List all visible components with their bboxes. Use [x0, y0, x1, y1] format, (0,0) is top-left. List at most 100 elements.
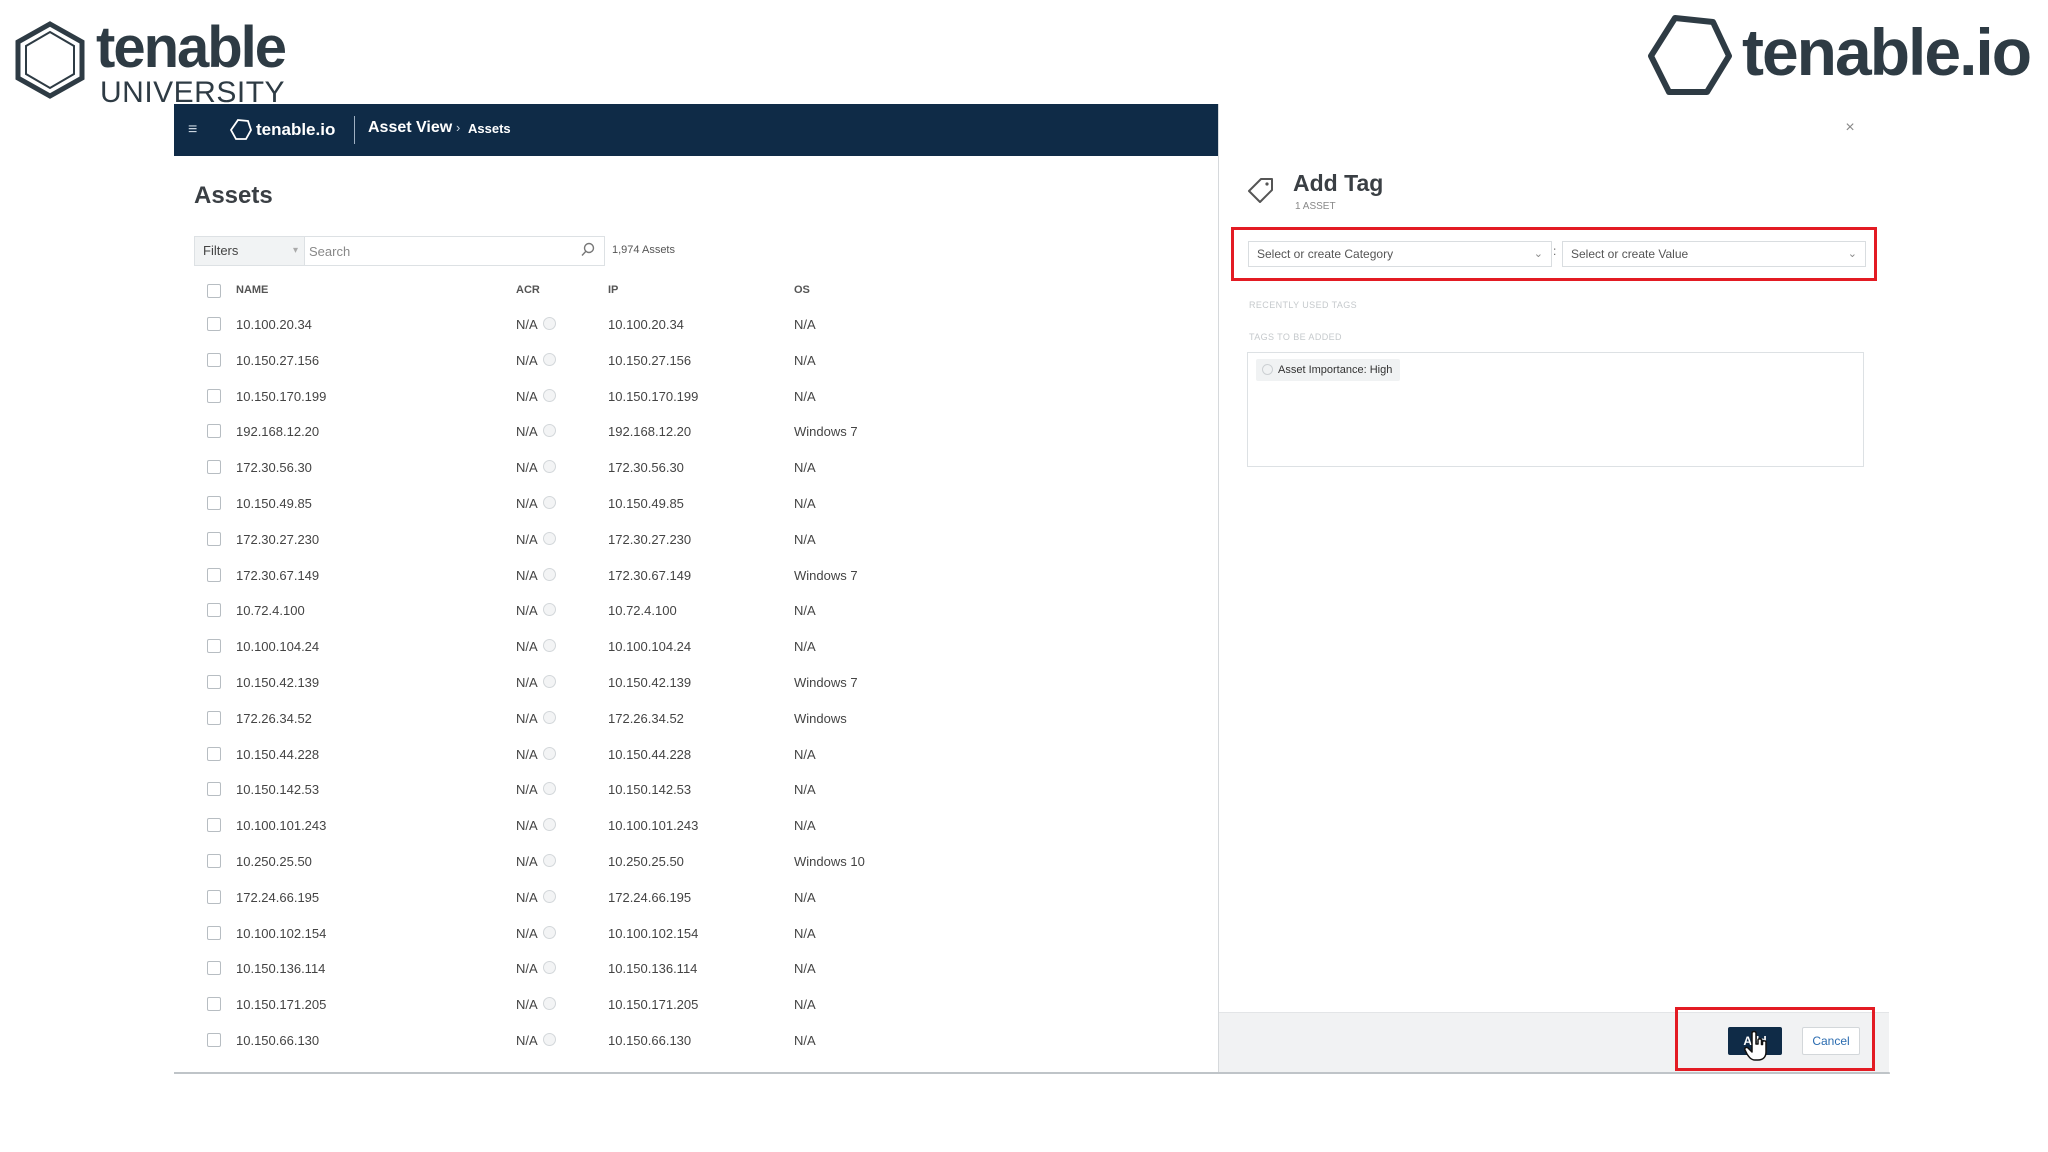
row-checkbox[interactable] [207, 424, 221, 439]
row-checkbox[interactable] [207, 352, 221, 367]
row-checkbox[interactable] [207, 961, 221, 976]
table-row[interactable]: 10.150.66.130 N/A 10.150.66.130 N/A [194, 1022, 1194, 1058]
cell-name[interactable]: 10.250.25.50 [236, 854, 312, 869]
cell-name[interactable]: 10.150.27.156 [236, 353, 319, 368]
cell-name[interactable]: 172.30.67.149 [236, 568, 319, 583]
row-checkbox[interactable] [207, 782, 221, 797]
acr-info-icon[interactable] [543, 674, 556, 688]
column-header-ip[interactable]: IP [608, 284, 618, 296]
acr-info-icon[interactable] [543, 710, 556, 724]
breadcrumb-asset-view[interactable]: Asset View [368, 119, 452, 137]
cell-name[interactable]: 10.100.20.34 [236, 317, 312, 332]
cell-name[interactable]: 10.100.102.154 [236, 926, 326, 941]
cell-name[interactable]: 10.150.142.53 [236, 782, 319, 797]
row-checkbox[interactable] [207, 639, 221, 654]
acr-info-icon[interactable] [543, 782, 556, 796]
cell-name[interactable]: 172.30.27.230 [236, 532, 319, 547]
acr-info-icon[interactable] [543, 352, 556, 366]
table-row[interactable]: 10.150.49.85 N/A 10.150.49.85 N/A [194, 485, 1194, 521]
cell-name[interactable]: 10.100.101.243 [236, 818, 326, 833]
table-row[interactable]: 10.150.171.205 N/A 10.150.171.205 N/A [194, 986, 1194, 1022]
table-row[interactable]: 10.150.136.114 N/A 10.150.136.114 N/A [194, 950, 1194, 986]
table-row[interactable]: 10.150.142.53 N/A 10.150.142.53 N/A [194, 771, 1194, 807]
cell-name[interactable]: 10.100.104.24 [236, 639, 319, 654]
cell-name[interactable]: 172.26.34.52 [236, 711, 312, 726]
row-checkbox[interactable] [207, 925, 221, 940]
row-checkbox[interactable] [207, 889, 221, 904]
acr-info-icon[interactable] [543, 961, 556, 975]
tag-chip[interactable]: Asset Importance: High [1256, 359, 1401, 381]
acr-info-icon[interactable] [543, 639, 556, 653]
acr-info-icon[interactable] [543, 531, 556, 545]
table-row[interactable]: 10.100.104.24 N/A 10.100.104.24 N/A [194, 628, 1194, 664]
table-row[interactable]: 10.100.101.243 N/A 10.100.101.243 N/A [194, 807, 1194, 843]
row-checkbox[interactable] [207, 531, 221, 546]
column-header-acr[interactable]: ACR [516, 284, 540, 296]
acr-info-icon[interactable] [543, 818, 556, 832]
row-checkbox[interactable] [207, 853, 221, 868]
column-header-os[interactable]: OS [794, 284, 810, 296]
row-checkbox[interactable] [207, 603, 221, 618]
cell-name[interactable]: 192.168.12.20 [236, 424, 319, 439]
row-checkbox[interactable] [207, 997, 221, 1012]
table-row[interactable]: 172.30.56.30 N/A 172.30.56.30 N/A [194, 449, 1194, 485]
select-all-checkbox[interactable] [207, 284, 221, 298]
acr-info-icon[interactable] [543, 746, 556, 760]
row-checkbox[interactable] [207, 710, 221, 725]
row-checkbox[interactable] [207, 674, 221, 689]
table-row[interactable]: 172.24.66.195 N/A 172.24.66.195 N/A [194, 879, 1194, 915]
value-select[interactable]: Select or create Value ⌄ [1562, 241, 1866, 267]
table-row[interactable]: 172.26.34.52 N/A 172.26.34.52 Windows [194, 700, 1194, 736]
cell-name[interactable]: 172.30.56.30 [236, 460, 312, 475]
table-row[interactable]: 10.250.25.50 N/A 10.250.25.50 Windows 10 [194, 843, 1194, 879]
acr-info-icon[interactable] [543, 603, 556, 617]
table-row[interactable]: 192.168.12.20 N/A 192.168.12.20 Windows 7 [194, 413, 1194, 449]
search-input[interactable] [309, 240, 579, 262]
acr-info-icon[interactable] [543, 460, 556, 474]
cell-name[interactable]: 172.24.66.195 [236, 890, 319, 905]
row-checkbox[interactable] [207, 495, 221, 510]
cancel-button[interactable]: Cancel [1802, 1027, 1860, 1055]
cell-name[interactable]: 10.150.170.199 [236, 389, 326, 404]
row-checkbox[interactable] [207, 746, 221, 761]
table-row[interactable]: 10.100.20.34 N/A 10.100.20.34 N/A [194, 306, 1194, 342]
category-select[interactable]: Select or create Category ⌄ [1248, 241, 1552, 267]
cell-name[interactable]: 10.150.42.139 [236, 675, 319, 690]
table-row[interactable]: 10.150.44.228 N/A 10.150.44.228 N/A [194, 736, 1194, 772]
acr-info-icon[interactable] [543, 424, 556, 438]
cell-name[interactable]: 10.150.44.228 [236, 747, 319, 762]
cell-name[interactable]: 10.150.66.130 [236, 1033, 319, 1048]
acr-info-icon[interactable] [543, 1032, 556, 1046]
acr-info-icon[interactable] [543, 317, 556, 330]
tenable-io-app-logo[interactable]: tenable.io [230, 117, 335, 143]
cell-name[interactable]: 10.150.49.85 [236, 496, 312, 511]
filters-dropdown[interactable]: Filters ▾ [195, 237, 305, 265]
acr-info-icon[interactable] [543, 853, 556, 867]
acr-info-icon[interactable] [543, 889, 556, 903]
row-checkbox[interactable] [207, 317, 221, 331]
row-checkbox[interactable] [207, 460, 221, 475]
acr-info-icon[interactable] [543, 388, 556, 402]
row-checkbox[interactable] [207, 1032, 221, 1047]
cell-name[interactable]: 10.150.136.114 [236, 961, 325, 976]
table-row[interactable]: 172.30.27.230 N/A 172.30.27.230 N/A [194, 521, 1194, 557]
acr-info-icon[interactable] [543, 925, 556, 939]
column-header-name[interactable]: NAME [236, 284, 268, 296]
row-checkbox[interactable] [207, 388, 221, 403]
table-row[interactable]: 10.100.102.154 N/A 10.100.102.154 N/A [194, 915, 1194, 951]
acr-info-icon[interactable] [543, 567, 556, 581]
cell-name[interactable]: 10.72.4.100 [236, 603, 305, 618]
table-row[interactable]: 172.30.67.149 N/A 172.30.67.149 Windows 7 [194, 557, 1194, 593]
table-row[interactable]: 10.150.170.199 N/A 10.150.170.199 N/A [194, 378, 1194, 414]
acr-info-icon[interactable] [543, 495, 556, 509]
search-icon[interactable] [580, 242, 596, 258]
table-row[interactable]: 10.150.27.156 N/A 10.150.27.156 N/A [194, 342, 1194, 378]
row-checkbox[interactable] [207, 567, 221, 582]
table-row[interactable]: 10.72.4.100 N/A 10.72.4.100 N/A [194, 592, 1194, 628]
hamburger-icon[interactable]: ≡ [188, 120, 204, 140]
cell-name[interactable]: 10.150.171.205 [236, 997, 326, 1012]
acr-info-icon[interactable] [543, 997, 556, 1011]
row-checkbox[interactable] [207, 818, 221, 833]
close-icon[interactable]: × [1840, 118, 1860, 138]
table-row[interactable]: 10.150.42.139 N/A 10.150.42.139 Windows 7 [194, 664, 1194, 700]
